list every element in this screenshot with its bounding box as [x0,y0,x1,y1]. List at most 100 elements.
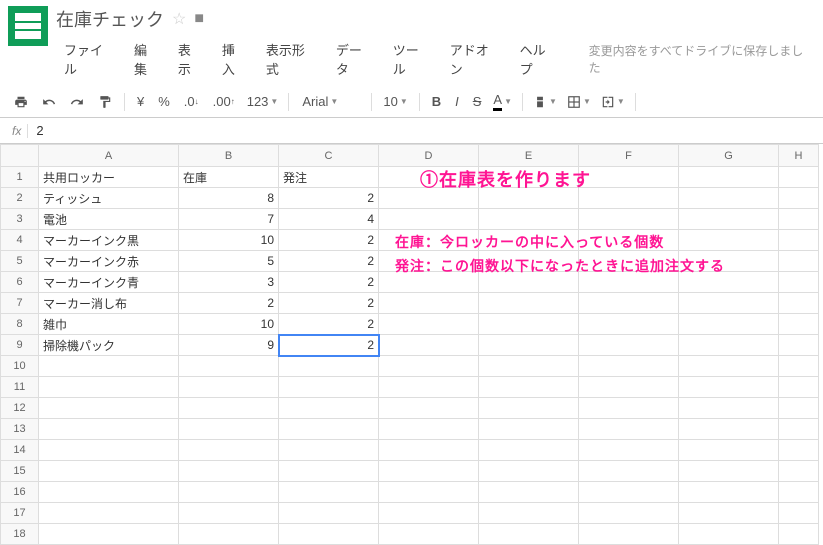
cell-F11[interactable] [579,377,679,398]
cell-H4[interactable] [779,230,819,251]
row-header-13[interactable]: 13 [1,419,39,440]
row-header-17[interactable]: 17 [1,503,39,524]
redo-icon[interactable] [64,91,90,113]
cell-E5[interactable] [479,251,579,272]
number-format-dropdown[interactable]: 123▼ [243,92,283,111]
cell-H2[interactable] [779,188,819,209]
cell-A10[interactable] [39,356,179,377]
cell-C11[interactable] [279,377,379,398]
cell-B7[interactable]: 2 [179,293,279,314]
font-size-dropdown[interactable]: 10▼ [378,91,412,112]
cell-F18[interactable] [579,524,679,545]
cell-B16[interactable] [179,482,279,503]
cell-D3[interactable] [379,209,479,230]
decrease-decimal-button[interactable]: .0↓ [178,90,205,113]
cell-F3[interactable] [579,209,679,230]
cell-C3[interactable]: 4 [279,209,379,230]
cell-D9[interactable] [379,335,479,356]
strikethrough-button[interactable]: S [467,90,488,113]
menu-edit[interactable]: 編集 [126,36,168,82]
cell-H11[interactable] [779,377,819,398]
cell-D4[interactable] [379,230,479,251]
text-color-dropdown[interactable]: A▼ [489,90,516,113]
star-icon[interactable]: ☆ [172,9,186,29]
cell-C15[interactable] [279,461,379,482]
cell-B6[interactable]: 3 [179,272,279,293]
cell-A16[interactable] [39,482,179,503]
cell-C7[interactable]: 2 [279,293,379,314]
menu-insert[interactable]: 挿入 [214,36,256,82]
cell-B9[interactable]: 9 [179,335,279,356]
cell-D15[interactable] [379,461,479,482]
cell-G12[interactable] [679,398,779,419]
cell-F1[interactable] [579,167,679,188]
cell-H7[interactable] [779,293,819,314]
cell-A1[interactable]: 共用ロッカー [39,167,179,188]
cell-D6[interactable] [379,272,479,293]
cell-D1[interactable] [379,167,479,188]
cell-B17[interactable] [179,503,279,524]
col-header-H[interactable]: H [779,145,819,167]
cell-H9[interactable] [779,335,819,356]
col-header-C[interactable]: C [279,145,379,167]
cell-A15[interactable] [39,461,179,482]
row-header-1[interactable]: 1 [1,167,39,188]
borders-dropdown[interactable]: ▼ [563,93,595,111]
print-icon[interactable] [8,91,34,113]
cell-F2[interactable] [579,188,679,209]
row-header-14[interactable]: 14 [1,440,39,461]
row-header-8[interactable]: 8 [1,314,39,335]
cell-C2[interactable]: 2 [279,188,379,209]
cell-D11[interactable] [379,377,479,398]
row-header-7[interactable]: 7 [1,293,39,314]
cell-G3[interactable] [679,209,779,230]
cell-H6[interactable] [779,272,819,293]
cell-F6[interactable] [579,272,679,293]
cell-D18[interactable] [379,524,479,545]
cell-E10[interactable] [479,356,579,377]
cell-C17[interactable] [279,503,379,524]
cell-G7[interactable] [679,293,779,314]
cell-F8[interactable] [579,314,679,335]
fill-color-dropdown[interactable]: ▼ [529,93,561,111]
cell-H3[interactable] [779,209,819,230]
cell-H17[interactable] [779,503,819,524]
row-header-11[interactable]: 11 [1,377,39,398]
cell-D10[interactable] [379,356,479,377]
cell-B1[interactable]: 在庫 [179,167,279,188]
row-header-2[interactable]: 2 [1,188,39,209]
cell-B11[interactable] [179,377,279,398]
row-header-5[interactable]: 5 [1,251,39,272]
cell-D16[interactable] [379,482,479,503]
cell-E12[interactable] [479,398,579,419]
cell-E6[interactable] [479,272,579,293]
cell-F12[interactable] [579,398,679,419]
cell-G4[interactable] [679,230,779,251]
cell-G9[interactable] [679,335,779,356]
increase-decimal-button[interactable]: .00↑ [207,90,241,113]
merge-cells-dropdown[interactable]: ▼ [597,93,629,111]
cell-H8[interactable] [779,314,819,335]
row-header-16[interactable]: 16 [1,482,39,503]
row-header-10[interactable]: 10 [1,356,39,377]
cell-F7[interactable] [579,293,679,314]
cell-D8[interactable] [379,314,479,335]
cell-G6[interactable] [679,272,779,293]
cell-C10[interactable] [279,356,379,377]
cell-B12[interactable] [179,398,279,419]
cell-C16[interactable] [279,482,379,503]
cell-H13[interactable] [779,419,819,440]
cell-G16[interactable] [679,482,779,503]
cell-C9[interactable]: 2 [279,335,379,356]
cell-E16[interactable] [479,482,579,503]
cell-C6[interactable]: 2 [279,272,379,293]
cell-G5[interactable] [679,251,779,272]
cell-D2[interactable] [379,188,479,209]
cell-E4[interactable] [479,230,579,251]
cell-H14[interactable] [779,440,819,461]
cell-B15[interactable] [179,461,279,482]
cell-E7[interactable] [479,293,579,314]
cell-D5[interactable] [379,251,479,272]
row-header-12[interactable]: 12 [1,398,39,419]
cell-A8[interactable]: 雑巾 [39,314,179,335]
